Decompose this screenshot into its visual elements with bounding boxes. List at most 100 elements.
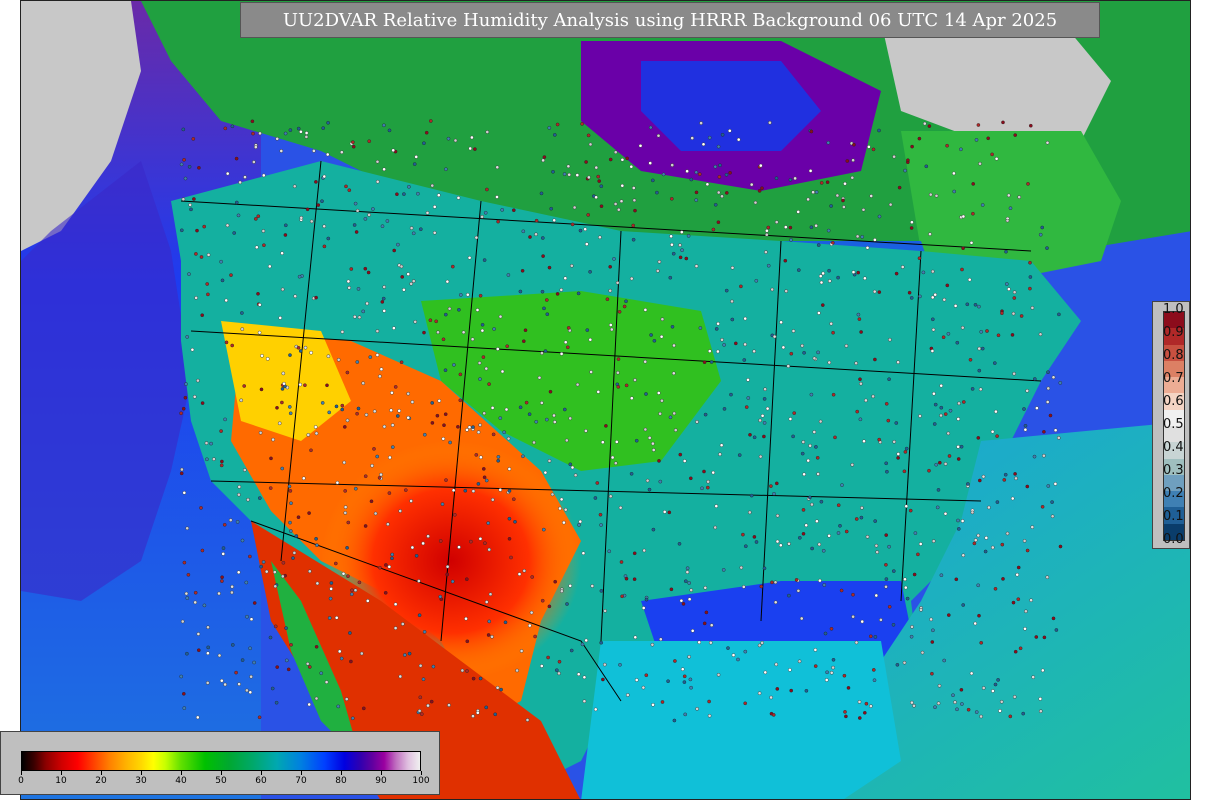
station-dot — [478, 423, 482, 427]
station-dot — [913, 531, 918, 535]
station-dot — [395, 192, 399, 196]
station-dot — [400, 622, 405, 626]
station-dot — [973, 302, 978, 307]
station-dot — [909, 226, 914, 230]
station-dot — [620, 183, 625, 188]
station-dot — [769, 484, 773, 488]
station-dot — [1045, 400, 1050, 404]
station-dot — [765, 406, 770, 411]
station-dot — [1040, 504, 1045, 509]
station-dot — [862, 439, 866, 444]
station-dot — [946, 331, 951, 336]
station-dot — [774, 220, 779, 224]
station-dot — [280, 287, 285, 292]
station-dot — [419, 712, 424, 716]
station-dot — [182, 706, 187, 710]
station-dot — [689, 588, 694, 592]
station-dot — [728, 170, 732, 175]
station-dot — [694, 198, 699, 202]
station-dot — [887, 605, 892, 609]
station-dot — [931, 327, 936, 332]
station-dot — [800, 343, 805, 348]
station-dot — [804, 689, 809, 693]
station-dot — [809, 129, 814, 134]
station-dot — [679, 598, 684, 603]
station-dot — [590, 584, 595, 588]
station-dot — [314, 645, 319, 649]
station-dot — [660, 317, 665, 322]
station-dot — [179, 162, 184, 167]
station-dot — [399, 360, 404, 365]
station-dot — [296, 126, 301, 131]
station-dot — [856, 270, 861, 275]
station-dot — [240, 327, 245, 331]
station-dot — [599, 589, 604, 593]
station-dot — [855, 234, 860, 239]
station-dot — [418, 663, 423, 668]
station-dot — [513, 520, 517, 524]
station-dot — [559, 497, 564, 502]
station-dot — [973, 621, 978, 626]
station-dot — [666, 679, 670, 684]
station-dot — [916, 552, 920, 557]
station-dot — [668, 275, 673, 280]
station-dot — [372, 447, 376, 451]
station-dot — [484, 705, 489, 710]
station-dot — [380, 224, 385, 228]
station-dot — [573, 473, 578, 478]
station-dot — [874, 593, 879, 598]
gulf-of-mexico — [581, 641, 901, 799]
station-dot — [248, 690, 253, 695]
station-dot — [717, 175, 722, 179]
station-dot — [548, 389, 553, 394]
station-dot — [252, 601, 257, 605]
station-dot — [814, 190, 819, 194]
station-dot — [634, 438, 639, 443]
station-dot — [1053, 428, 1058, 433]
station-dot — [240, 658, 245, 662]
station-dot — [605, 297, 610, 302]
station-dot — [698, 326, 703, 330]
station-dot — [186, 573, 191, 577]
station-dot — [957, 401, 961, 406]
station-dot — [339, 150, 344, 154]
station-dot — [545, 312, 550, 317]
station-dot — [179, 228, 184, 233]
station-dot — [365, 301, 369, 306]
station-dot — [931, 317, 935, 322]
station-dot — [422, 630, 427, 634]
station-dot — [400, 275, 405, 279]
station-dot — [836, 503, 841, 508]
station-dot — [224, 298, 228, 303]
colorbar-tick-mark — [60, 771, 62, 775]
station-dot — [814, 445, 818, 449]
station-dot — [275, 405, 279, 410]
station-dot — [262, 243, 266, 247]
station-dot — [503, 620, 508, 625]
station-dot — [350, 716, 355, 721]
station-dot — [918, 414, 922, 418]
station-dot — [819, 181, 824, 185]
station-dot — [445, 564, 450, 569]
station-dot — [257, 330, 262, 335]
station-dot — [821, 303, 825, 307]
station-dot — [736, 657, 740, 662]
station-dot — [230, 590, 234, 595]
station-dot — [813, 648, 818, 652]
station-dot — [309, 219, 314, 224]
station-dot — [943, 412, 948, 416]
station-dot — [373, 511, 378, 516]
station-dot — [418, 227, 423, 231]
station-dot — [838, 524, 842, 528]
station-dot — [763, 387, 767, 392]
station-dot — [402, 192, 406, 196]
station-dot — [724, 172, 729, 177]
station-dot — [307, 511, 311, 515]
station-dot — [580, 122, 584, 126]
station-dot — [746, 378, 750, 382]
station-dot — [335, 480, 340, 485]
station-dot — [1058, 381, 1063, 385]
station-dot — [181, 406, 186, 411]
station-dot — [858, 417, 863, 422]
station-dot — [610, 455, 615, 460]
